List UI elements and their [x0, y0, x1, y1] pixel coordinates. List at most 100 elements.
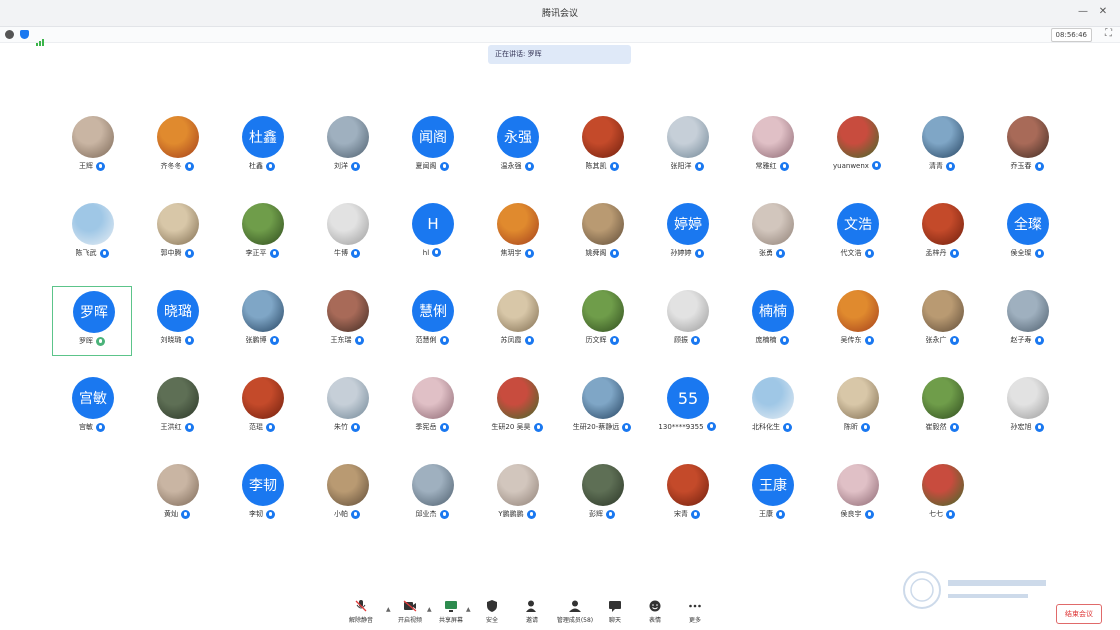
participant-tile[interactable]: 历文辉 — [562, 286, 642, 356]
microphone-icon — [184, 248, 194, 258]
participant-name-row: 顾振 — [647, 335, 727, 345]
participant-tile[interactable]: 罗晖 罗晖 — [52, 286, 132, 356]
members-icon — [569, 600, 581, 612]
participant-tile[interactable]: 北科化生 — [732, 373, 812, 443]
participant-tile[interactable]: 55 130****9355 — [647, 373, 727, 443]
avatar-photo — [582, 377, 624, 419]
participant-tile[interactable]: 陈其凯 — [562, 112, 642, 182]
participant-tile[interactable]: 文浩 代文浩 — [817, 199, 897, 269]
reactions-button[interactable]: 表情 — [638, 600, 672, 624]
microphone-icon — [524, 161, 534, 171]
participant-tile[interactable]: 陈飞武 — [52, 199, 132, 269]
participant-tile[interactable]: 生研20 吴昊 — [477, 373, 557, 443]
chat-button[interactable]: 聊天 — [598, 600, 632, 624]
participant-tile[interactable]: 王辉 — [52, 112, 132, 182]
avatar: 闻阁 — [412, 116, 454, 158]
info-icon[interactable] — [5, 30, 14, 39]
participant-tile[interactable]: 齐冬冬 — [137, 112, 217, 182]
participant-tile[interactable]: Hhl — [392, 199, 472, 269]
participant-tile[interactable]: 陈昕 — [817, 373, 897, 443]
participant-tile[interactable]: 七七 — [902, 460, 982, 530]
participant-tile[interactable]: 朱竹 — [307, 373, 387, 443]
share-options-chevron-icon[interactable]: ▲ — [466, 606, 471, 613]
participant-tile[interactable]: 晓璐 刘晓璐 — [137, 286, 217, 356]
participant-tile[interactable]: 生研20-蔡静远 — [562, 373, 642, 443]
manage-members-button[interactable]: 管理成员(58) — [552, 600, 598, 624]
participant-tile[interactable]: 张勇 — [732, 199, 812, 269]
participant-tile[interactable]: 闻阁 夏闻阁 — [392, 112, 472, 182]
participant-tile[interactable]: Y鹏鹏鹏 — [477, 460, 557, 530]
start-video-button[interactable]: 开启视频 — [393, 600, 427, 624]
participant-tile[interactable]: 牛博 — [307, 199, 387, 269]
participant-tile[interactable]: yuanwenx — [817, 112, 897, 182]
participant-tile[interactable]: 永强 温永强 — [477, 112, 557, 182]
participant-tile[interactable]: 全璨 侯全璨 — [987, 199, 1067, 269]
participant-tile[interactable]: 李正平 — [222, 199, 302, 269]
close-icon[interactable]: ✕ — [1096, 5, 1110, 19]
participant-tile[interactable]: 焦玥宇 — [477, 199, 557, 269]
participant-name-row: 夏闻阁 — [392, 161, 472, 171]
participant-tile[interactable]: 婷婷 孙婷婷 — [647, 199, 727, 269]
participant-tile[interactable]: 乔玉春 — [987, 112, 1067, 182]
participant-tile[interactable]: 清青 — [902, 112, 982, 182]
participant-tile[interactable]: 慧俐 范慧俐 — [392, 286, 472, 356]
participant-tile[interactable]: 苏凤霞 — [477, 286, 557, 356]
participant-tile[interactable]: 王东瑞 — [307, 286, 387, 356]
participant-tile[interactable]: 顾振 — [647, 286, 727, 356]
participant-name-row: 生研20-蔡静远 — [562, 422, 642, 432]
avatar-photo — [582, 203, 624, 245]
microphone-icon — [779, 161, 789, 171]
participant-name: 代文浩 — [840, 249, 862, 257]
share-screen-button[interactable]: 共享屏幕 — [434, 600, 468, 624]
participant-tile[interactable]: 孙宏旭 — [987, 373, 1067, 443]
avatar: 婷婷 — [667, 203, 709, 245]
participant-name: 赵子寿 — [1010, 336, 1032, 344]
participant-name-row: 姚舜阁 — [562, 248, 642, 258]
minimize-icon[interactable]: — — [1076, 5, 1090, 19]
avatar-photo — [667, 116, 709, 158]
audio-options-chevron-icon[interactable]: ▲ — [386, 606, 391, 613]
participant-tile[interactable]: 王康 王康 — [732, 460, 812, 530]
participant-name: 七七 — [929, 510, 943, 518]
participant-tile[interactable]: 侯良宇 — [817, 460, 897, 530]
avatar-photo — [412, 464, 454, 506]
invite-button[interactable]: 邀请 — [515, 600, 549, 624]
participant-name: 顾振 — [674, 336, 688, 344]
participant-tile[interactable]: 张鹏博 — [222, 286, 302, 356]
end-meeting-button[interactable]: 结束会议 — [1056, 604, 1102, 624]
participant-tile[interactable]: 宫敏 宫敏 — [52, 373, 132, 443]
participant-tile[interactable]: 姚舜阁 — [562, 199, 642, 269]
participant-tile[interactable]: 张阳洋 — [647, 112, 727, 182]
participant-tile[interactable]: 彭辉 — [562, 460, 642, 530]
video-options-chevron-icon[interactable]: ▲ — [427, 606, 432, 613]
participant-tile[interactable]: 范琨 — [222, 373, 302, 443]
participant-tile[interactable]: 宋青 — [647, 460, 727, 530]
participant-tile[interactable]: 邱业杰 — [392, 460, 472, 530]
participant-tile[interactable]: 王洪红 — [137, 373, 217, 443]
participant-tile[interactable]: 楠楠 庞楠楠 — [732, 286, 812, 356]
shield-icon[interactable] — [20, 30, 29, 39]
participant-tile[interactable]: 小帕 — [307, 460, 387, 530]
participant-tile[interactable]: 郭中腾 — [137, 199, 217, 269]
participant-name: 生研20 吴昊 — [491, 423, 531, 431]
participant-name: 黄灿 — [164, 510, 178, 518]
participant-name: 孙婷婷 — [670, 249, 692, 257]
participant-tile[interactable]: 杜鑫 杜鑫 — [222, 112, 302, 182]
unmute-button[interactable]: 解除静音 — [344, 600, 378, 624]
participant-tile[interactable]: 常雅红 — [732, 112, 812, 182]
security-button[interactable]: 安全 — [475, 600, 509, 624]
fullscreen-icon[interactable]: ⛶ — [1105, 28, 1112, 39]
participant-tile[interactable]: 吴传东 — [817, 286, 897, 356]
participant-tile[interactable]: 赵子寿 — [987, 286, 1067, 356]
participant-tile[interactable]: 崔毅然 — [902, 373, 982, 443]
participant-tile[interactable]: 李韧 李韧 — [222, 460, 302, 530]
participant-tile[interactable]: 张永广 — [902, 286, 982, 356]
more-button[interactable]: 更多 — [678, 600, 712, 624]
participant-tile[interactable]: 黄灿 — [137, 460, 217, 530]
participant-tile[interactable]: 刘洋 — [307, 112, 387, 182]
more-dots-icon — [689, 604, 701, 608]
participant-tile[interactable]: 孟梓丹 — [902, 199, 982, 269]
participant-tile[interactable]: 季宪岳 — [392, 373, 472, 443]
share-screen-label: 共享屏幕 — [438, 617, 463, 624]
avatar-photo — [72, 203, 114, 245]
